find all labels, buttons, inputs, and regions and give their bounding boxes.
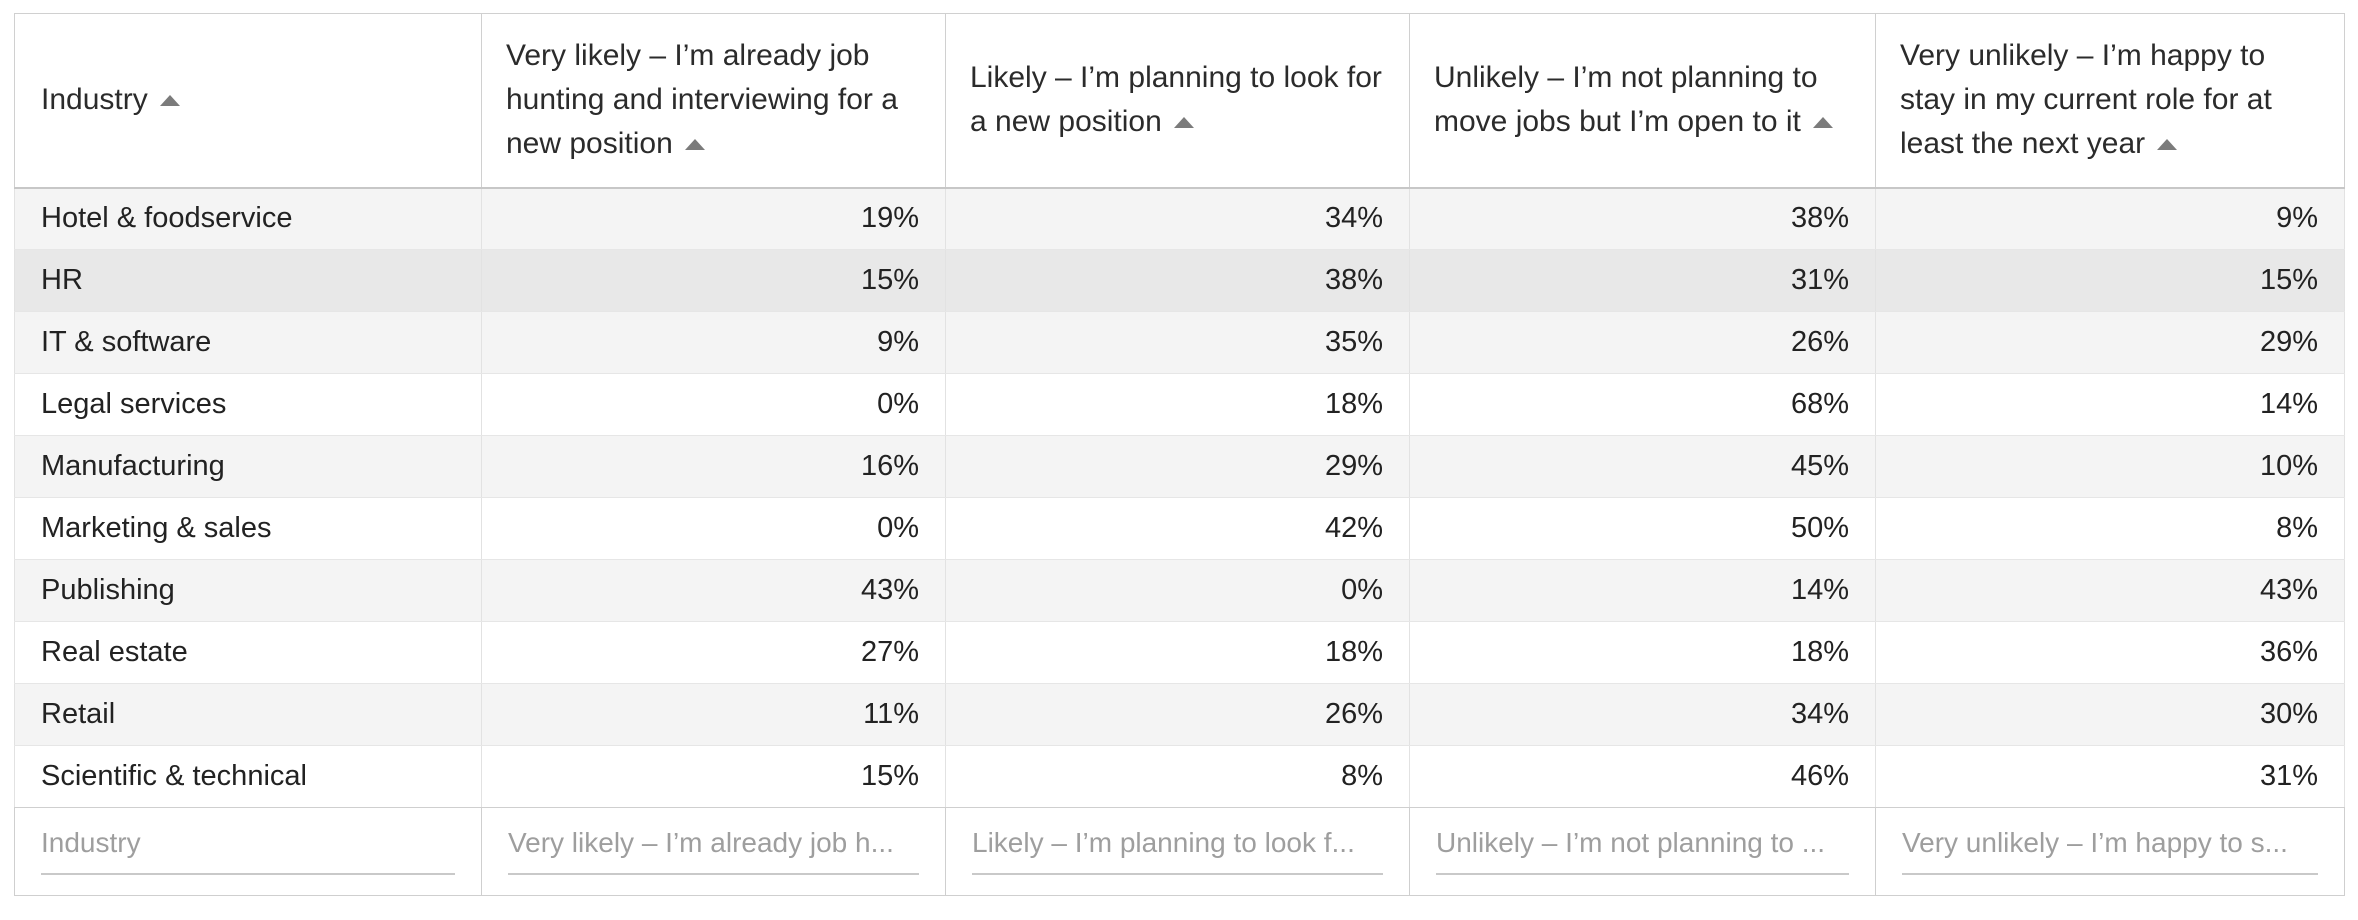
filter-input-unlikely[interactable] [1436, 827, 1849, 875]
cell-unlikely: 50% [1410, 498, 1876, 560]
cell-very_unlikely: 36% [1876, 622, 2345, 684]
filter-input-very-unlikely[interactable] [1902, 827, 2318, 875]
cell-unlikely: 45% [1410, 436, 1876, 498]
column-header-very-unlikely-label: Very unlikely – I’m happy to stay in my … [1900, 39, 2272, 161]
column-header-industry[interactable]: Industry [15, 14, 482, 188]
cell-unlikely: 68% [1410, 374, 1876, 436]
cell-industry: Manufacturing [15, 436, 482, 498]
table-row[interactable]: IT & software9%35%26%29% [15, 312, 2345, 374]
table-row[interactable]: Marketing & sales0%42%50%8% [15, 498, 2345, 560]
cell-very_likely: 9% [482, 312, 946, 374]
table-row[interactable]: Publishing43%0%14%43% [15, 560, 2345, 622]
cell-very_unlikely: 30% [1876, 684, 2345, 746]
cell-industry: IT & software [15, 312, 482, 374]
cell-very_likely: 15% [482, 746, 946, 808]
cell-very_unlikely: 15% [1876, 250, 2345, 312]
cell-very_likely: 19% [482, 188, 946, 250]
cell-unlikely: 31% [1410, 250, 1876, 312]
filter-input-industry[interactable] [41, 827, 455, 875]
column-header-very-unlikely[interactable]: Very unlikely – I’m happy to stay in my … [1876, 14, 2345, 188]
filter-cell-likely [946, 808, 1410, 896]
cell-unlikely: 14% [1410, 560, 1876, 622]
cell-industry: Legal services [15, 374, 482, 436]
table-header: Industry Very likely – I’m already job h… [15, 14, 2345, 188]
table-row[interactable]: Hotel & foodservice19%34%38%9% [15, 188, 2345, 250]
table-row[interactable]: Manufacturing16%29%45%10% [15, 436, 2345, 498]
cell-unlikely: 46% [1410, 746, 1876, 808]
sort-ascending-triangle-icon[interactable] [685, 139, 705, 150]
cell-very_likely: 16% [482, 436, 946, 498]
cell-likely: 34% [946, 188, 1410, 250]
cell-unlikely: 26% [1410, 312, 1876, 374]
cell-likely: 29% [946, 436, 1410, 498]
sort-ascending-triangle-icon[interactable] [160, 95, 180, 106]
data-grid-container: Industry Very likely – I’m already job h… [14, 13, 2344, 896]
cell-likely: 0% [946, 560, 1410, 622]
cell-very_unlikely: 8% [1876, 498, 2345, 560]
cell-very_likely: 43% [482, 560, 946, 622]
cell-unlikely: 18% [1410, 622, 1876, 684]
table-filter-footer [15, 808, 2345, 896]
cell-industry: Publishing [15, 560, 482, 622]
sort-ascending-triangle-icon[interactable] [1174, 117, 1194, 128]
cell-likely: 18% [946, 374, 1410, 436]
filter-cell-unlikely [1410, 808, 1876, 896]
table-row[interactable]: Legal services0%18%68%14% [15, 374, 2345, 436]
table-row[interactable]: Real estate27%18%18%36% [15, 622, 2345, 684]
cell-unlikely: 34% [1410, 684, 1876, 746]
table-body: Hotel & foodservice19%34%38%9%HR15%38%31… [15, 188, 2345, 808]
column-header-very-likely[interactable]: Very likely – I’m already job hunting an… [482, 14, 946, 188]
cell-very_unlikely: 14% [1876, 374, 2345, 436]
table-row[interactable]: HR15%38%31%15% [15, 250, 2345, 312]
filter-cell-industry [15, 808, 482, 896]
cell-unlikely: 38% [1410, 188, 1876, 250]
column-header-likely[interactable]: Likely – I’m planning to look for a new … [946, 14, 1410, 188]
cell-industry: Retail [15, 684, 482, 746]
column-header-unlikely[interactable]: Unlikely – I’m not planning to move jobs… [1410, 14, 1876, 188]
industry-job-intent-table: Industry Very likely – I’m already job h… [14, 13, 2345, 896]
filter-input-very-likely[interactable] [508, 827, 919, 875]
sort-ascending-triangle-icon[interactable] [1813, 117, 1833, 128]
cell-very_likely: 0% [482, 374, 946, 436]
cell-very_likely: 27% [482, 622, 946, 684]
cell-industry: Real estate [15, 622, 482, 684]
sort-ascending-triangle-icon[interactable] [2157, 139, 2177, 150]
cell-very_unlikely: 29% [1876, 312, 2345, 374]
column-header-industry-label: Industry [41, 83, 148, 116]
cell-likely: 8% [946, 746, 1410, 808]
cell-likely: 26% [946, 684, 1410, 746]
cell-likely: 42% [946, 498, 1410, 560]
cell-very_unlikely: 9% [1876, 188, 2345, 250]
cell-industry: HR [15, 250, 482, 312]
cell-industry: Marketing & sales [15, 498, 482, 560]
cell-industry: Hotel & foodservice [15, 188, 482, 250]
cell-very_likely: 15% [482, 250, 946, 312]
header-row: Industry Very likely – I’m already job h… [15, 14, 2345, 188]
cell-very_unlikely: 10% [1876, 436, 2345, 498]
filter-input-likely[interactable] [972, 827, 1383, 875]
filter-row [15, 808, 2345, 896]
table-row[interactable]: Scientific & technical15%8%46%31% [15, 746, 2345, 808]
cell-very_unlikely: 43% [1876, 560, 2345, 622]
cell-very_unlikely: 31% [1876, 746, 2345, 808]
cell-likely: 35% [946, 312, 1410, 374]
cell-likely: 38% [946, 250, 1410, 312]
cell-very_likely: 11% [482, 684, 946, 746]
cell-very_likely: 0% [482, 498, 946, 560]
filter-cell-very-likely [482, 808, 946, 896]
cell-industry: Scientific & technical [15, 746, 482, 808]
table-row[interactable]: Retail11%26%34%30% [15, 684, 2345, 746]
column-header-unlikely-label: Unlikely – I’m not planning to move jobs… [1434, 61, 1818, 138]
filter-cell-very-unlikely [1876, 808, 2345, 896]
cell-likely: 18% [946, 622, 1410, 684]
